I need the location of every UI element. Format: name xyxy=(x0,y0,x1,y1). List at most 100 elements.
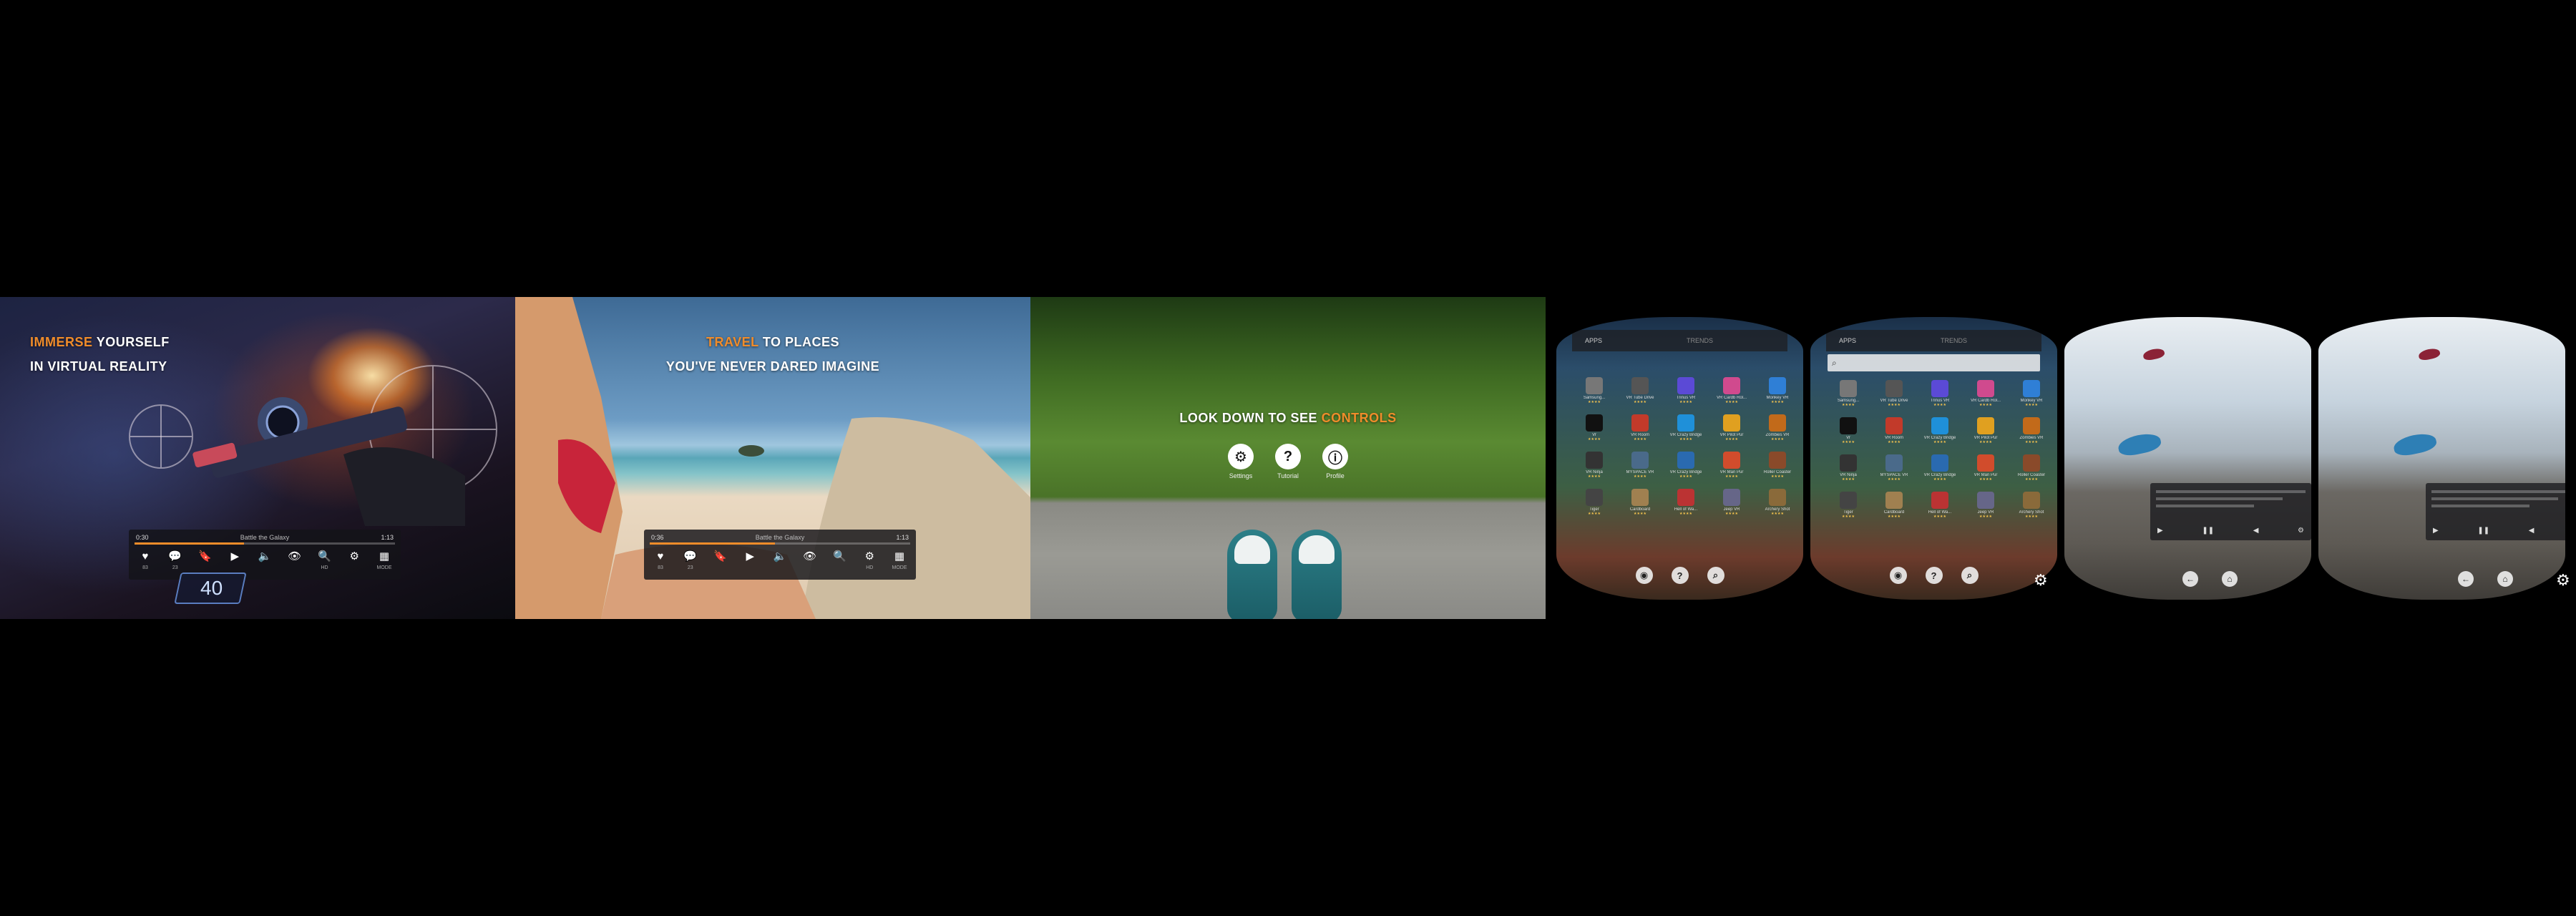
volume-icon[interactable]: ◀ xyxy=(2253,527,2259,535)
control-label: 23 xyxy=(172,565,178,570)
app-tile[interactable]: Monkey VR ★★★★ xyxy=(2011,380,2052,411)
help-button[interactable]: ? Tutorial xyxy=(1274,444,1302,479)
volume-icon: 🔈 xyxy=(258,550,272,562)
progress-bar[interactable] xyxy=(650,542,910,545)
tab-trends[interactable]: TRENDS xyxy=(1687,337,1713,344)
volume-button[interactable]: 🔈 xyxy=(769,548,791,577)
bookmark-button[interactable]: 🔖 xyxy=(710,548,731,577)
help-icon: ? xyxy=(1275,444,1301,469)
app-tile[interactable]: VR Man Pur ★★★★ xyxy=(1965,454,2006,486)
app-tile[interactable]: Vr ★★★★ xyxy=(1574,414,1615,446)
like-button[interactable]: ♥ 83 xyxy=(650,548,671,577)
app-tile[interactable]: VR Room ★★★★ xyxy=(1873,417,1915,449)
profile-button[interactable]: ⓘ Profile xyxy=(1322,444,1349,479)
tab-apps[interactable]: APPS xyxy=(1839,337,1856,344)
app-tile[interactable]: VR Crazy Bridge ★★★★ xyxy=(1665,452,1707,483)
pause-icon[interactable]: ❚❚ xyxy=(2202,527,2214,535)
app-tile[interactable]: VR Cardb Rol... ★★★★ xyxy=(1711,377,1752,409)
zoom-button[interactable]: 🔍 xyxy=(829,548,851,577)
back-icon[interactable]: ← xyxy=(2182,571,2198,587)
panel-travel: TRAVEL TO PLACES YOU'VE NEVER DARED IMAG… xyxy=(515,297,1030,619)
app-tile[interactable]: Monkey VR ★★★★ xyxy=(1757,377,1798,409)
app-tile[interactable]: Tiger ★★★★ xyxy=(1574,489,1615,520)
app-tile[interactable]: VR Pilot Pur ★★★★ xyxy=(1965,417,2006,449)
home-icon[interactable]: ⌂ xyxy=(2222,571,2238,587)
app-tile[interactable]: VR Crazy Bridge ★★★★ xyxy=(1919,417,1961,449)
app-tile[interactable]: VR Ninja ★★★★ xyxy=(1574,452,1615,483)
zoom-button[interactable]: 🔍 HD xyxy=(314,548,336,577)
view-button[interactable]: 👁 xyxy=(799,548,821,577)
app-tile[interactable]: VR Tube Drive ★★★★ xyxy=(1873,380,1915,411)
settings-icon[interactable]: ⚙ xyxy=(2298,527,2304,535)
mode-button[interactable]: ▦ MODE xyxy=(889,548,910,577)
view-button[interactable]: 👁 xyxy=(284,548,306,577)
play-button[interactable]: ▶ xyxy=(739,548,761,577)
app-tile[interactable]: Roller Coaster ★★★★ xyxy=(1757,452,1798,483)
app-tile[interactable]: Vr ★★★★ xyxy=(1828,417,1869,449)
app-tile[interactable]: Cardboard ★★★★ xyxy=(1619,489,1661,520)
app-icon xyxy=(1631,414,1649,432)
app-tile[interactable]: Cardboard ★★★★ xyxy=(1873,492,1915,523)
settings-button[interactable]: ⚙ Settings xyxy=(1227,444,1254,479)
hero-line2: IN VIRTUAL REALITY xyxy=(30,359,167,374)
app-tile[interactable]: Jeep VR ★★★★ xyxy=(1965,492,2006,523)
mode-icon: ▦ xyxy=(379,550,390,562)
app-tile[interactable]: MYSPACE VR ★★★★ xyxy=(1873,454,1915,486)
app-tile[interactable]: Trinus VR ★★★★ xyxy=(1919,380,1961,411)
app-tile[interactable]: Hell of Wa... ★★★★ xyxy=(1919,492,1961,523)
app-tile[interactable]: Samsung... ★★★★ xyxy=(1574,377,1615,409)
app-rating: ★★★★ xyxy=(1979,515,1992,519)
comment-button[interactable]: 💬 23 xyxy=(680,548,701,577)
app-tile[interactable]: VR Crazy Bridge ★★★★ xyxy=(1665,414,1707,446)
search-icon[interactable]: ⌕ xyxy=(1961,567,1979,584)
app-rating: ★★★★ xyxy=(1888,403,1901,407)
progress-bar[interactable] xyxy=(135,542,395,545)
help-icon[interactable]: ? xyxy=(1925,567,1943,584)
like-icon: ♥ xyxy=(657,550,664,562)
like-button[interactable]: ♥ 83 xyxy=(135,548,156,577)
app-tile[interactable]: VR Man Pur ★★★★ xyxy=(1711,452,1752,483)
settings-icon: ⚙ xyxy=(349,550,359,562)
gear-icon[interactable]: ⚙ xyxy=(2034,572,2049,588)
app-tile[interactable]: Samsung... ★★★★ xyxy=(1828,380,1869,411)
settings-button[interactable]: ⚙ HD xyxy=(859,548,880,577)
gear-icon[interactable]: ⚙ xyxy=(2556,572,2572,588)
search-icon[interactable]: ⌕ xyxy=(1707,567,1724,584)
app-tile[interactable]: MYSPACE VR ★★★★ xyxy=(1619,452,1661,483)
app-tile[interactable]: VR Cardb Rol... ★★★★ xyxy=(1965,380,2006,411)
volume-button[interactable]: 🔈 xyxy=(254,548,275,577)
app-rating: ★★★★ xyxy=(1634,437,1646,442)
app-icon xyxy=(1931,417,1948,434)
play-icon[interactable]: ▶ xyxy=(2157,527,2163,535)
app-tile[interactable]: Zombies VR ★★★★ xyxy=(2011,417,2052,449)
mode-button[interactable]: ▦ MODE xyxy=(374,548,395,577)
app-tile[interactable]: Zombies VR ★★★★ xyxy=(1757,414,1798,446)
app-tile[interactable]: Jeep VR ★★★★ xyxy=(1711,489,1752,520)
app-tile[interactable]: VR Room ★★★★ xyxy=(1619,414,1661,446)
app-tile[interactable]: Trinus VR ★★★★ xyxy=(1665,377,1707,409)
app-rating: ★★★★ xyxy=(1588,512,1601,516)
tab-trends[interactable]: TRENDS xyxy=(1941,337,1967,344)
settings-button[interactable]: ⚙ xyxy=(343,548,365,577)
app-rating: ★★★★ xyxy=(1588,400,1601,404)
pause-icon[interactable]: ❚❚ xyxy=(2477,527,2489,535)
app-tile[interactable]: Roller Coaster ★★★★ xyxy=(2011,454,2052,486)
search-input[interactable]: ⌕ xyxy=(1828,354,2040,371)
app-tile[interactable]: VR Tube Drive ★★★★ xyxy=(1619,377,1661,409)
tab-apps[interactable]: APPS xyxy=(1585,337,1602,344)
app-tile[interactable]: VR Ninja ★★★★ xyxy=(1828,454,1869,486)
app-tile[interactable]: VR Crazy Bridge ★★★★ xyxy=(1919,454,1961,486)
app-tile[interactable]: Tiger ★★★★ xyxy=(1828,492,1869,523)
camera-icon[interactable]: ◉ xyxy=(1889,567,1907,584)
home-icon[interactable]: ⌂ xyxy=(2497,571,2513,587)
back-icon[interactable]: ← xyxy=(2458,571,2474,587)
app-tile[interactable]: Hell of Wa... ★★★★ xyxy=(1665,489,1707,520)
app-tile[interactable]: Archery Shot ★★★★ xyxy=(1757,489,1798,520)
camera-icon[interactable]: ◉ xyxy=(1635,567,1653,584)
app-icon xyxy=(1769,414,1786,432)
volume-icon[interactable]: ◀ xyxy=(2529,527,2534,535)
app-tile[interactable]: VR Pilot Pur ★★★★ xyxy=(1711,414,1752,446)
play-icon[interactable]: ▶ xyxy=(2433,527,2439,535)
help-icon[interactable]: ? xyxy=(1671,567,1689,584)
app-tile[interactable]: Archery Shot ★★★★ xyxy=(2011,492,2052,523)
